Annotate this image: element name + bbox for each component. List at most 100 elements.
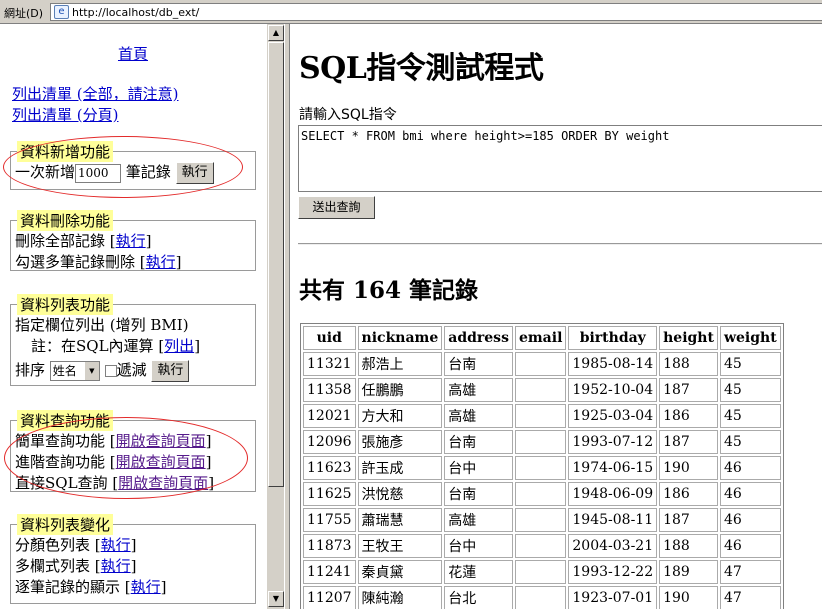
list-fields-label: 指定欄位列出 (增列 BMI): [15, 316, 189, 334]
delete-fieldset: 資料刪除功能 刪除全部記錄 [執行] 勾選多筆記錄刪除 [執行]: [10, 210, 256, 271]
divider: [298, 243, 822, 245]
list-note-label: 註：在SQL內運算: [31, 337, 154, 355]
list-legend: 資料列表功能: [17, 294, 114, 315]
table-cell: 45: [719, 378, 781, 402]
table-cell: 台南: [444, 430, 513, 454]
table-cell: 12021: [303, 404, 356, 428]
table-cell: 高雄: [444, 378, 513, 402]
table-cell: [514, 482, 567, 506]
submit-query-button[interactable]: 送出查詢: [298, 196, 375, 219]
table-cell: [514, 508, 567, 532]
list-paged-link[interactable]: 列出清單 (分頁): [12, 104, 118, 125]
table-cell: 1948-06-09: [568, 482, 658, 506]
column-header: weight: [719, 326, 781, 350]
left-scrollbar[interactable]: ▲ ▼: [266, 24, 284, 609]
per-record-label: 逐筆記錄的顯示: [15, 578, 121, 596]
color-list-row: 分顏色列表 [執行]: [15, 536, 137, 554]
table-row: 11207 陳純瀚 台北 1923-07-01 190 47: [303, 586, 781, 609]
table-cell: [514, 560, 567, 584]
multi-column-link[interactable]: 執行: [101, 557, 131, 575]
table-cell: 洪悅慈: [357, 482, 443, 506]
list-fieldset: 資料列表功能 指定欄位列出 (增列 BMI) 註：在SQL內運算 [列出] 排序…: [10, 294, 256, 386]
chevron-down-icon: ▼: [83, 362, 99, 380]
column-header: uid: [303, 326, 356, 350]
per-record-link[interactable]: 執行: [131, 578, 161, 596]
table-row: 11321 郝浩上 台南 1985-08-14 188 45: [303, 352, 781, 376]
table-cell: 高雄: [444, 508, 513, 532]
table-cell: 陳純瀚: [357, 586, 443, 609]
table-cell: 高雄: [444, 404, 513, 428]
multi-column-row: 多欄式列表 [執行]: [15, 557, 137, 575]
table-cell: 1974-06-15: [568, 456, 658, 480]
column-header: nickname: [357, 326, 443, 350]
multi-column-label: 多欄式列表: [15, 557, 91, 575]
sort-row: 排序 姓名 ▼ 遞減 執行: [15, 360, 251, 382]
record-count: 共有 164 筆記錄: [299, 277, 479, 304]
table-cell: 189: [659, 560, 718, 584]
table-cell: 46: [719, 456, 781, 480]
delete-checked-execute-link[interactable]: 執行: [146, 253, 176, 271]
table-cell: 任鵬鵬: [357, 378, 443, 402]
sql-textarea[interactable]: SELECT * FROM bmi where height>=185 ORDE…: [298, 125, 822, 192]
highlight-oval: [3, 136, 243, 198]
table-cell: 47: [719, 586, 781, 609]
table-cell: 1985-08-14: [568, 352, 658, 376]
page-title: SQL指令測試程式: [299, 51, 544, 86]
delete-all-row: 刪除全部記錄 [執行]: [15, 232, 152, 250]
results-table: uid nickname address email birthday height wei…: [300, 323, 784, 609]
sort-select[interactable]: 姓名 ▼: [49, 361, 100, 381]
home-link[interactable]: 首頁: [0, 43, 266, 64]
highlight-oval: [4, 417, 248, 499]
list-all-link[interactable]: 列出清單 (全部，請注意): [12, 83, 178, 104]
list-note-row: 註：在SQL內運算 [列出]: [31, 337, 201, 355]
table-cell: 台中: [444, 456, 513, 480]
table-cell: 台南: [444, 482, 513, 506]
table-row: 12021 方大和 高雄 1925-03-04 186 45: [303, 404, 781, 428]
table-cell: 11241: [303, 560, 356, 584]
table-cell: 台南: [444, 352, 513, 376]
vary-fieldset: 資料列表變化 分顏色列表 [執行] 多欄式列表 [執行] 逐筆記錄的顯示 [執行…: [10, 514, 256, 604]
sort-label: 排序: [15, 361, 46, 379]
table-cell: [514, 404, 567, 428]
table-cell: 11755: [303, 508, 356, 532]
table-cell: 1925-03-04: [568, 404, 658, 428]
scroll-down-icon[interactable]: ▼: [268, 591, 284, 607]
delete-all-execute-link[interactable]: 執行: [116, 232, 146, 250]
sort-select-value: 姓名: [52, 364, 77, 378]
column-header: address: [444, 326, 513, 350]
table-cell: 王牧王: [357, 534, 443, 558]
column-header: email: [514, 326, 567, 350]
list-execute-button[interactable]: 執行: [151, 360, 190, 382]
column-header: birthday: [568, 326, 658, 350]
left-menu-frame: 首頁 列出清單 (全部，請注意) 列出清單 (分頁) 資料新增功能 一次新增 10…: [0, 24, 266, 609]
table-cell: 郝浩上: [357, 352, 443, 376]
desc-checkbox[interactable]: [104, 365, 117, 377]
table-cell: 46: [719, 508, 781, 532]
table-cell: 2004-03-21: [568, 534, 658, 558]
table-cell: 46: [719, 534, 781, 558]
ie-page-icon: e: [54, 5, 69, 19]
table-cell: 台北: [444, 586, 513, 609]
table-cell: 蕭瑞慧: [357, 508, 443, 532]
table-row: 11623 許玉成 台中 1974-06-15 190 46: [303, 456, 781, 480]
table-body: 11321 郝浩上 台南 1985-08-14 188 45 11358 任鵬鵬 高雄 1952-…: [303, 352, 781, 609]
table-cell: 11873: [303, 534, 356, 558]
scroll-thumb[interactable]: [268, 42, 284, 487]
table-cell: 187: [659, 508, 718, 532]
delete-checked-label: 勾選多筆記錄刪除: [15, 253, 136, 271]
sql-prompt-label: 請輸入SQL指令: [299, 107, 397, 123]
table-row: 11241 秦貞黛 花蓮 1993-12-22 189 47: [303, 560, 781, 584]
color-list-label: 分顏色列表: [15, 536, 91, 554]
column-header: height: [659, 326, 718, 350]
table-cell: 186: [659, 404, 718, 428]
table-cell: [514, 378, 567, 402]
table-cell: [514, 352, 567, 376]
table-cell: [514, 456, 567, 480]
color-list-link[interactable]: 執行: [101, 536, 131, 554]
list-note-link[interactable]: 列出: [164, 337, 194, 355]
address-input[interactable]: e http://localhost/db_ext/: [50, 3, 822, 21]
scroll-up-icon[interactable]: ▲: [268, 25, 284, 41]
table-cell: 190: [659, 456, 718, 480]
address-bar: 網址(D) e http://localhost/db_ext/: [0, 0, 822, 24]
table-cell: 11321: [303, 352, 356, 376]
